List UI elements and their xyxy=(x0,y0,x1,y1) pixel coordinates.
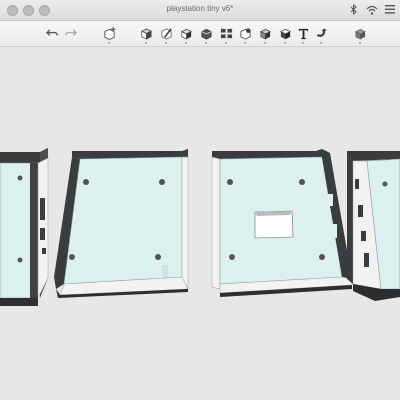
3d-viewport[interactable] xyxy=(0,48,400,400)
revolve-icon[interactable] xyxy=(198,25,214,44)
window-title: playstation tiny v6* xyxy=(166,4,234,13)
magnet-icon[interactable] xyxy=(313,25,329,44)
redo-icon[interactable] xyxy=(62,25,78,41)
extrude-icon[interactable] xyxy=(178,25,194,44)
notification-center-icon[interactable] xyxy=(384,3,396,16)
box-primitive-icon[interactable] xyxy=(138,25,154,44)
pattern-icon[interactable] xyxy=(218,25,234,44)
window-titlebar: playstation tiny v6* xyxy=(0,0,400,21)
sketch-pencil-icon[interactable] xyxy=(158,25,174,44)
case-part-4[interactable] xyxy=(345,149,400,304)
add-sketch-icon[interactable] xyxy=(101,25,117,44)
combine-icon[interactable] xyxy=(257,25,273,44)
text-icon[interactable] xyxy=(295,25,311,44)
main-toolbar xyxy=(0,21,400,47)
case-part-3[interactable] xyxy=(210,149,360,299)
material-icon[interactable] xyxy=(352,25,368,44)
wifi-icon[interactable] xyxy=(366,3,378,16)
case-part-2[interactable] xyxy=(44,149,194,299)
system-status-icons xyxy=(348,3,396,16)
case-part-1[interactable] xyxy=(0,148,50,308)
bluetooth-icon[interactable] xyxy=(348,3,360,16)
shell-icon[interactable] xyxy=(237,25,253,44)
measure-icon[interactable] xyxy=(277,25,293,44)
undo-icon[interactable] xyxy=(44,25,60,41)
